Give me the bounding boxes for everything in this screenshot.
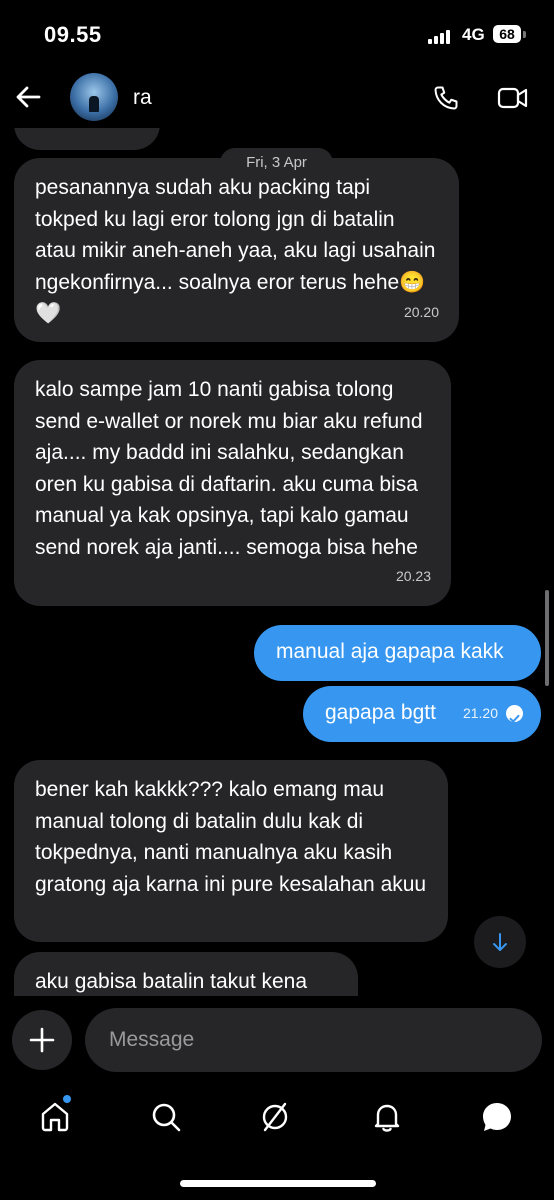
message-bubble-incoming[interactable]: kalo sampe jam 10 nanti gabisa tolong se… — [14, 360, 451, 606]
status-bar: 09.55 4G 68 — [0, 0, 554, 70]
seen-check-icon — [506, 705, 523, 723]
message-bubble-incoming[interactable]: pesanannya sudah aku packing tapi tokped… — [14, 158, 459, 342]
status-time: 09.55 — [44, 22, 102, 47]
bottom-nav — [0, 1090, 554, 1146]
home-icon[interactable] — [38, 1100, 72, 1134]
chat-header: ra — [0, 70, 554, 128]
message-text: kakkkkkkk — [35, 128, 131, 131]
message-input[interactable] — [85, 1008, 542, 1072]
message-bubble-partial[interactable]: kakkkkkkk — [14, 128, 160, 150]
message-time: 21.20 — [462, 704, 498, 721]
message-bubble-incoming[interactable]: bener kah kakkk??? kalo emang mau manual… — [14, 760, 448, 942]
message-text: gapapa bgtt — [325, 701, 436, 724]
plus-icon[interactable] — [12, 1010, 72, 1070]
phone-icon[interactable] — [432, 84, 460, 117]
video-camera-icon[interactable] — [497, 85, 529, 116]
battery-tip — [523, 31, 526, 38]
message-time: 20.23 — [395, 567, 431, 584]
message-thread[interactable]: kakkkkkkk pesanannya sudah aku packing t… — [0, 128, 554, 996]
network-label: 4G — [462, 25, 485, 44]
scroll-down-icon[interactable] — [474, 916, 526, 968]
message-bubble-incoming[interactable]: aku gabisa batalin takut kena — [14, 952, 358, 996]
date-separator: Fri, 3 Apr — [220, 148, 333, 178]
messages-icon[interactable] — [480, 1100, 514, 1134]
search-icon[interactable] — [149, 1100, 183, 1134]
message-text: bener kah kakkk??? kalo emang mau manual… — [35, 778, 427, 896]
scrollbar[interactable] — [545, 590, 549, 686]
message-text: manual aja gapapa kakk — [276, 640, 504, 663]
message-text: kalo sampe jam 10 nanti gabisa tolong se… — [35, 378, 423, 559]
message-text: aku gabisa batalin takut kena — [35, 970, 308, 993]
explore-icon[interactable] — [258, 1100, 292, 1134]
message-bubble-outgoing[interactable]: manual aja gapapa kakk — [254, 625, 541, 681]
composer — [0, 1008, 554, 1072]
back-arrow-icon[interactable] — [14, 82, 44, 112]
message-time: 20.20 — [403, 303, 439, 320]
home-notification-dot — [63, 1095, 71, 1103]
avatar[interactable] — [70, 73, 118, 121]
home-indicator — [180, 1180, 376, 1187]
contact-name[interactable]: ra — [133, 86, 152, 110]
message-bubble-outgoing[interactable]: gapapa bgtt 21.20 — [303, 686, 541, 742]
notifications-icon[interactable] — [370, 1100, 404, 1134]
message-text: pesanannya sudah aku packing tapi tokped… — [35, 176, 436, 325]
battery-icon: 68 — [493, 25, 521, 43]
signal-icon — [428, 29, 454, 44]
